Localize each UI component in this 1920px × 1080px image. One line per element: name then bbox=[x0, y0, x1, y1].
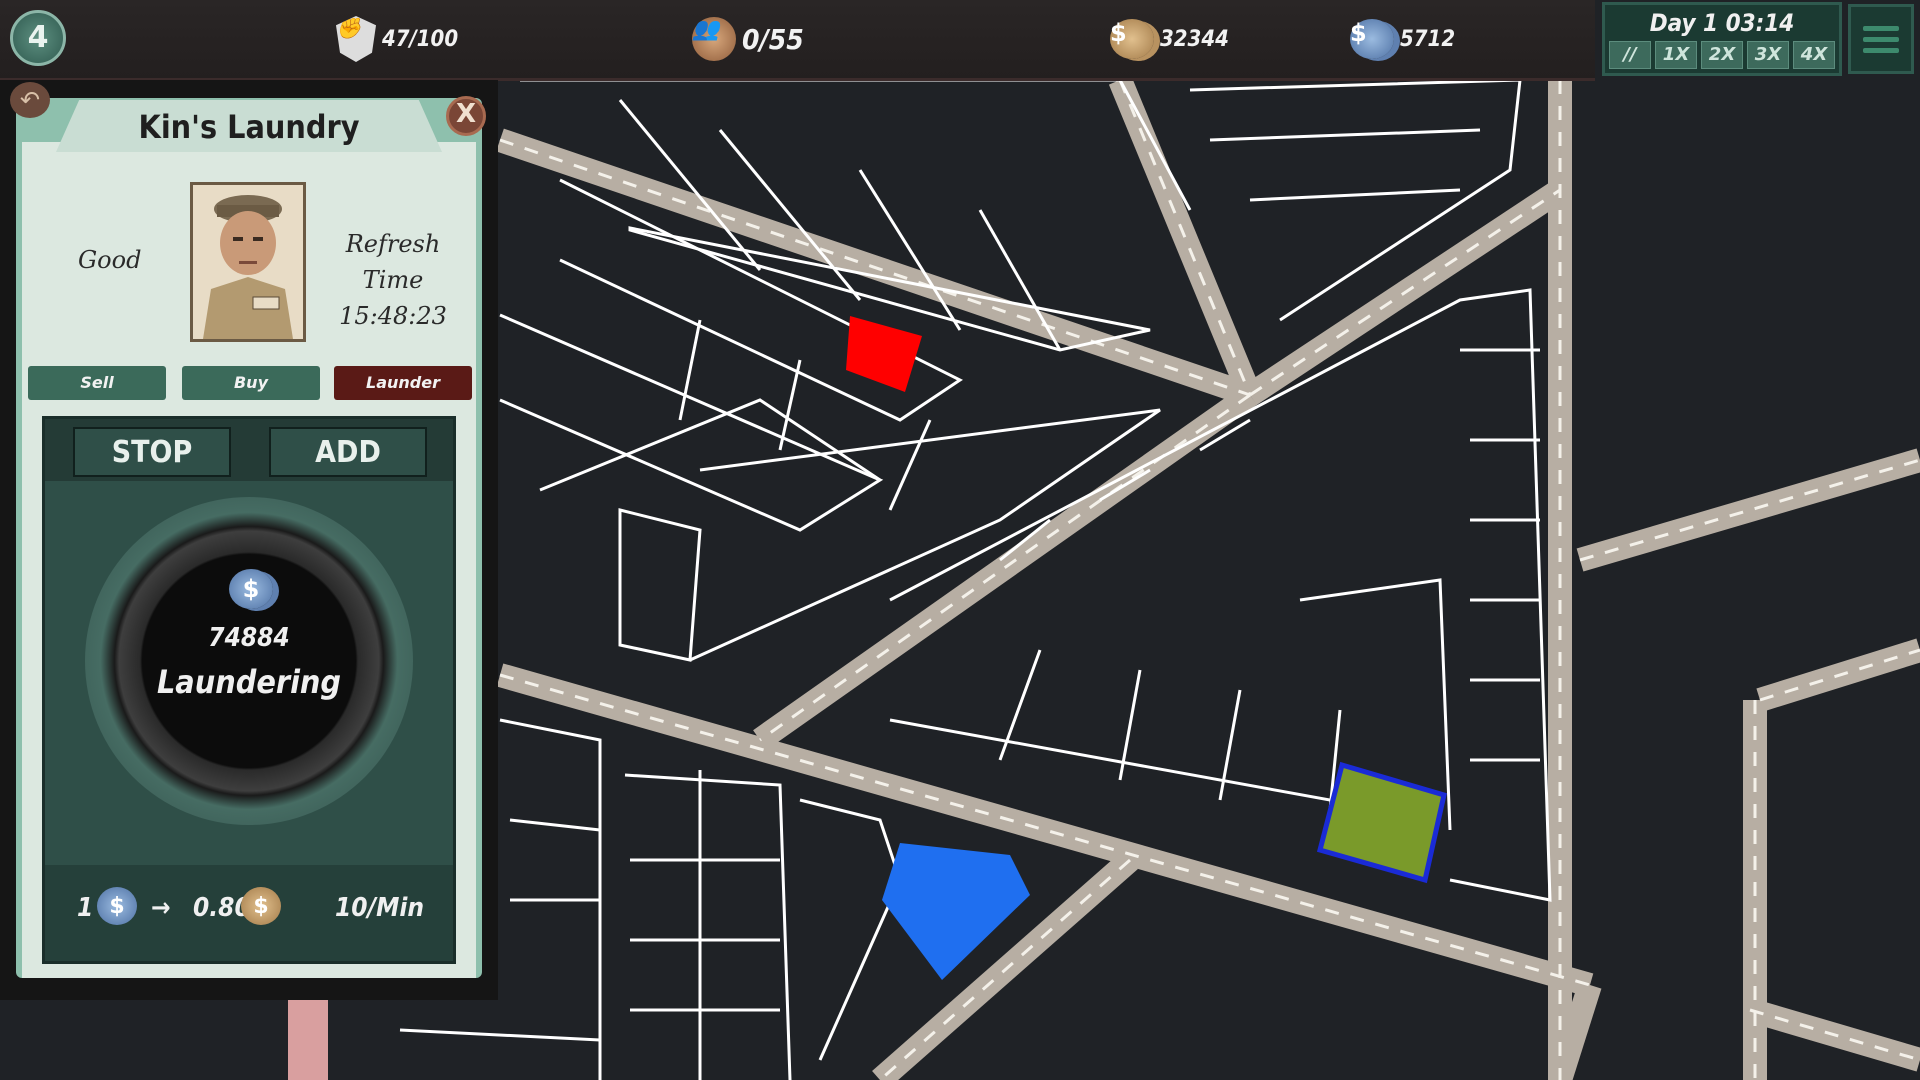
machine-controls: STOP ADD bbox=[45, 419, 453, 481]
player-level-badge[interactable]: 4 bbox=[10, 10, 66, 66]
gold-coin-icon: $ bbox=[241, 887, 281, 925]
rail-marker bbox=[288, 1000, 328, 1080]
dirty-cash-stat[interactable]: $ 5712 bbox=[1350, 14, 1455, 64]
dirty-cash-value: 5712 bbox=[1400, 26, 1456, 52]
laundering-amount: 74884 bbox=[208, 623, 290, 653]
tab-buy[interactable]: Buy bbox=[182, 366, 320, 400]
close-icon[interactable]: X bbox=[446, 96, 486, 136]
machine-drum bbox=[85, 497, 413, 825]
crew-stat[interactable]: 👥 0/55 bbox=[692, 14, 804, 64]
gold-coin-icon: $ bbox=[1110, 19, 1154, 59]
speed-controls: // 1X 2X 3X 4X bbox=[1605, 41, 1839, 69]
tab-launder[interactable]: Launder bbox=[334, 366, 472, 400]
refresh-timer: Refresh Time 15:48:23 bbox=[318, 226, 468, 334]
refresh-time: 15:48:23 bbox=[339, 302, 447, 330]
business-quality: Good bbox=[78, 246, 142, 274]
add-button[interactable]: ADD bbox=[269, 427, 427, 477]
washing-machine: STOP ADD $ 74884 Laundering 1 $ → 0.80 $… bbox=[42, 416, 456, 964]
fist-badge-icon: ✊ bbox=[336, 16, 376, 62]
pause-button[interactable]: // bbox=[1609, 41, 1651, 69]
rate-arrow: → bbox=[151, 893, 171, 923]
hamburger-menu-icon[interactable] bbox=[1848, 4, 1914, 74]
influence-stat[interactable]: ✊ 47/100 bbox=[336, 14, 458, 64]
blue-coin-icon: $ bbox=[229, 569, 273, 609]
people-icon: 👥 bbox=[692, 17, 736, 61]
top-hud-bar: 4 ✊ 47/100 👥 0/55 $ 32344 $ 5712 bbox=[0, 0, 1595, 81]
speed-3x-button[interactable]: 3X bbox=[1747, 41, 1789, 69]
laundering-speed: 10/Min bbox=[335, 893, 425, 923]
clean-cash-stat[interactable]: $ 32344 bbox=[1110, 14, 1229, 64]
refresh-label: Refresh Time bbox=[345, 230, 441, 294]
day-time-display: Day 1 03:14 bbox=[1649, 9, 1795, 37]
speed-2x-button[interactable]: 2X bbox=[1701, 41, 1743, 69]
business-name: Kin's Laundry bbox=[138, 108, 360, 146]
speed-1x-button[interactable]: 1X bbox=[1655, 41, 1697, 69]
business-panel: ↶ Kin's Laundry X Good Refresh Time 15:4… bbox=[0, 80, 498, 1000]
speed-4x-button[interactable]: 4X bbox=[1793, 41, 1835, 69]
tab-sell[interactable]: Sell bbox=[28, 366, 166, 400]
owner-portrait bbox=[190, 182, 306, 342]
blue-coin-icon: $ bbox=[97, 887, 137, 925]
influence-value: 47/100 bbox=[382, 26, 459, 52]
exchange-rate-bar: 1 $ → 0.80 $ 10/Min bbox=[45, 865, 453, 961]
laundering-status: Laundering bbox=[156, 663, 342, 701]
rate-input-amount: 1 bbox=[77, 893, 94, 923]
crew-value: 0/55 bbox=[742, 22, 804, 56]
time-control-panel: Day 1 03:14 // 1X 2X 3X 4X bbox=[1602, 2, 1842, 76]
clean-cash-value: 32344 bbox=[1160, 26, 1229, 52]
stop-button[interactable]: STOP bbox=[73, 427, 231, 477]
blue-coin-icon: $ bbox=[1350, 19, 1394, 59]
